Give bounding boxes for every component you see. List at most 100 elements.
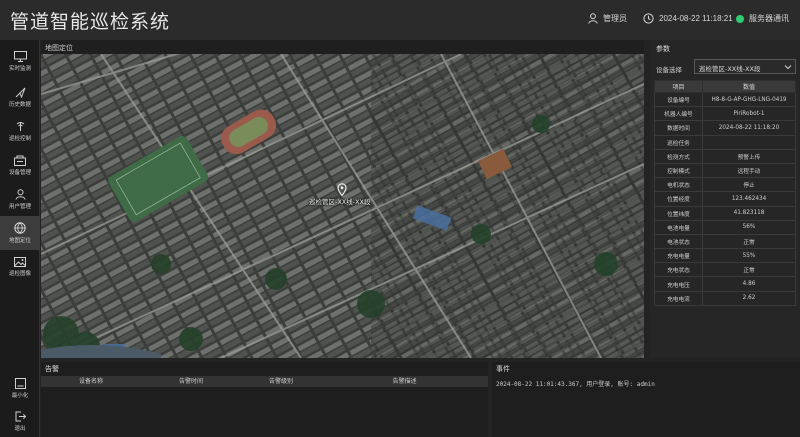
monitor-icon bbox=[13, 50, 27, 62]
sidebar-item-label: 实时监测 bbox=[8, 65, 31, 72]
sidebar-item-realtime[interactable]: 实时监测 bbox=[0, 44, 40, 78]
device-select-value: 巡检管区-XX线-XX段 bbox=[699, 65, 761, 73]
app-title: 管道智能巡检系统 bbox=[10, 11, 171, 33]
param-value: 正常 bbox=[702, 262, 796, 278]
device-select-label: 设备选择 bbox=[656, 66, 682, 74]
device-icon bbox=[14, 155, 26, 166]
sidebar-item-history[interactable]: 历史数据 bbox=[0, 80, 40, 114]
sidebar-item-label: 巡检控制 bbox=[8, 135, 31, 142]
sidebar-item-label: 历史数据 bbox=[8, 101, 31, 108]
satellite-map[interactable]: 巡检管区-XX线-XX段 bbox=[41, 54, 644, 358]
param-value: 123.462434 bbox=[702, 191, 796, 207]
map-pin-icon[interactable] bbox=[337, 183, 347, 196]
col-value-header: 数值 bbox=[702, 80, 796, 93]
sidebar-item-images[interactable]: 巡检图像 bbox=[0, 250, 40, 284]
table-row: 电池电量 56% bbox=[654, 219, 796, 235]
param-value: PiriRobot-1 bbox=[702, 106, 796, 122]
logout-label: 退出 bbox=[14, 425, 26, 432]
table-row: 检测方式 预警上传 bbox=[654, 148, 796, 164]
param-key: 充电电流 bbox=[654, 290, 703, 306]
param-key: 位置经度 bbox=[654, 191, 703, 207]
sidebar-item-map[interactable]: 地图定位 bbox=[0, 216, 40, 250]
events-title: 事件 bbox=[496, 365, 510, 373]
table-row: 位置经度 123.462434 bbox=[654, 191, 796, 207]
param-value: 停止 bbox=[702, 177, 796, 193]
alarm-table-header: 设备名称 告警时间 告警级别 告警描述 bbox=[41, 376, 488, 387]
table-row: 电池状态 正常 bbox=[654, 233, 796, 250]
control-icon bbox=[16, 121, 24, 131]
satellite-map-image[interactable] bbox=[41, 54, 644, 358]
user-name: 管理员 bbox=[603, 14, 627, 23]
alarm-col-time[interactable]: 告警时间 bbox=[141, 376, 241, 387]
param-value: 2.62 bbox=[702, 290, 796, 306]
param-key: 巡检任务 bbox=[654, 134, 703, 150]
table-row: 电机状态 停止 bbox=[654, 177, 796, 193]
param-key: 位置纬度 bbox=[654, 205, 703, 221]
col-item-header: 项目 bbox=[654, 80, 703, 93]
param-value bbox=[702, 134, 796, 150]
sidebar-item-control[interactable]: 巡检控制 bbox=[0, 114, 40, 148]
server-status-text: 服务器通讯 bbox=[749, 14, 789, 23]
minimize-button[interactable]: 最小化 bbox=[0, 371, 40, 405]
param-key: 数据时间 bbox=[654, 120, 703, 136]
datetime-text: 2024-08-22 11:18:21 bbox=[659, 14, 733, 23]
device-select[interactable]: 巡检管区-XX线-XX段 bbox=[694, 59, 796, 74]
param-value: H8-8-G-AP-GHG-LNG-0419 bbox=[702, 91, 796, 108]
table-row: 设备编号 H8-8-G-AP-GHG-LNG-0419 bbox=[654, 91, 796, 108]
param-value: 4.86 bbox=[702, 276, 796, 292]
param-key: 设备编号 bbox=[654, 91, 703, 108]
sidebar-item-users[interactable]: 用户管理 bbox=[0, 182, 40, 216]
alarm-panel: 告警 设备名称 告警时间 告警级别 告警描述 bbox=[41, 362, 488, 437]
logout-icon bbox=[15, 411, 26, 421]
sidebar-item-label: 巡检图像 bbox=[8, 271, 31, 277]
image-icon bbox=[14, 257, 26, 267]
param-key: 充电状态 bbox=[654, 262, 703, 278]
param-key: 电机状态 bbox=[654, 177, 703, 193]
event-log-line: 2024-08-22 11:01:43.367, 用户登录, 账号: admin bbox=[496, 381, 655, 388]
table-row: 巡检任务 bbox=[654, 134, 796, 150]
table-row: 控制模式 远程手动 bbox=[654, 162, 796, 179]
param-key: 检测方式 bbox=[654, 148, 703, 164]
table-row: 充电电量 55% bbox=[654, 248, 796, 264]
minimize-icon bbox=[14, 377, 26, 389]
clock-icon bbox=[643, 13, 654, 24]
params-panel: 参数 设备选择 巡检管区-XX线-XX段 项目 数值 设备编号 H8-8-G-AP… bbox=[650, 40, 800, 358]
minimize-label: 最小化 bbox=[11, 392, 29, 399]
table-row: 充电电流 2.62 bbox=[654, 290, 796, 306]
history-icon bbox=[15, 87, 25, 98]
param-value: 正常 bbox=[702, 233, 796, 250]
sidebar-item-label: 用户管理 bbox=[8, 203, 31, 210]
param-key: 电池电量 bbox=[654, 219, 703, 235]
param-key: 电池状态 bbox=[654, 233, 703, 250]
sidebar-item-devices[interactable]: 设备管理 bbox=[0, 148, 40, 182]
param-key: 充电电量 bbox=[654, 248, 703, 264]
param-value: 2024-08-22 11:18:20 bbox=[702, 120, 796, 136]
table-row: 位置纬度 41.823118 bbox=[654, 205, 796, 221]
sidebar: 实时监测 历史数据 巡检控制 设备管理 用户管理 地图定位 巡检图像 最小化 退… bbox=[0, 40, 40, 437]
map-icon bbox=[14, 222, 26, 234]
table-row: 充电电压 4.86 bbox=[654, 276, 796, 292]
server-status-dot bbox=[736, 14, 744, 23]
alarm-col-device[interactable]: 设备名称 bbox=[41, 376, 141, 387]
header-bar: 管道智能巡检系统 管理员 2024-08-22 11:18:21 服务器通讯 bbox=[0, 0, 800, 40]
alarm-col-desc[interactable]: 告警描述 bbox=[321, 376, 488, 387]
server-status: 服务器通讯 bbox=[736, 13, 789, 24]
logout-button[interactable]: 退出 bbox=[0, 404, 40, 437]
param-key: 控制模式 bbox=[654, 162, 703, 179]
param-value: 55% bbox=[702, 248, 796, 264]
param-value: 预警上传 bbox=[702, 148, 796, 164]
events-panel: 事件 2024-08-22 11:01:43.367, 用户登录, 账号: ad… bbox=[492, 362, 800, 437]
param-value: 远程手动 bbox=[702, 162, 796, 179]
params-table: 项目 数值 设备编号 H8-8-G-AP-GHG-LNG-0419 机器人编号 Pi… bbox=[654, 80, 796, 306]
param-value: 56% bbox=[702, 219, 796, 235]
table-row: 机器人编号 PiriRobot-1 bbox=[654, 106, 796, 122]
table-row: 数据时间 2024-08-22 11:18:20 bbox=[654, 120, 796, 136]
alarm-title: 告警 bbox=[45, 365, 59, 373]
sidebar-item-label: 地图定位 bbox=[8, 238, 31, 244]
params-table-header: 项目 数值 bbox=[654, 80, 796, 93]
alarm-col-level[interactable]: 告警级别 bbox=[241, 376, 321, 387]
params-title: 参数 bbox=[656, 45, 670, 53]
map-pin-label: 巡检管区-XX线-XX段 bbox=[309, 198, 371, 206]
user-menu[interactable]: 管理员 bbox=[588, 13, 627, 24]
param-key: 机器人编号 bbox=[654, 106, 703, 122]
